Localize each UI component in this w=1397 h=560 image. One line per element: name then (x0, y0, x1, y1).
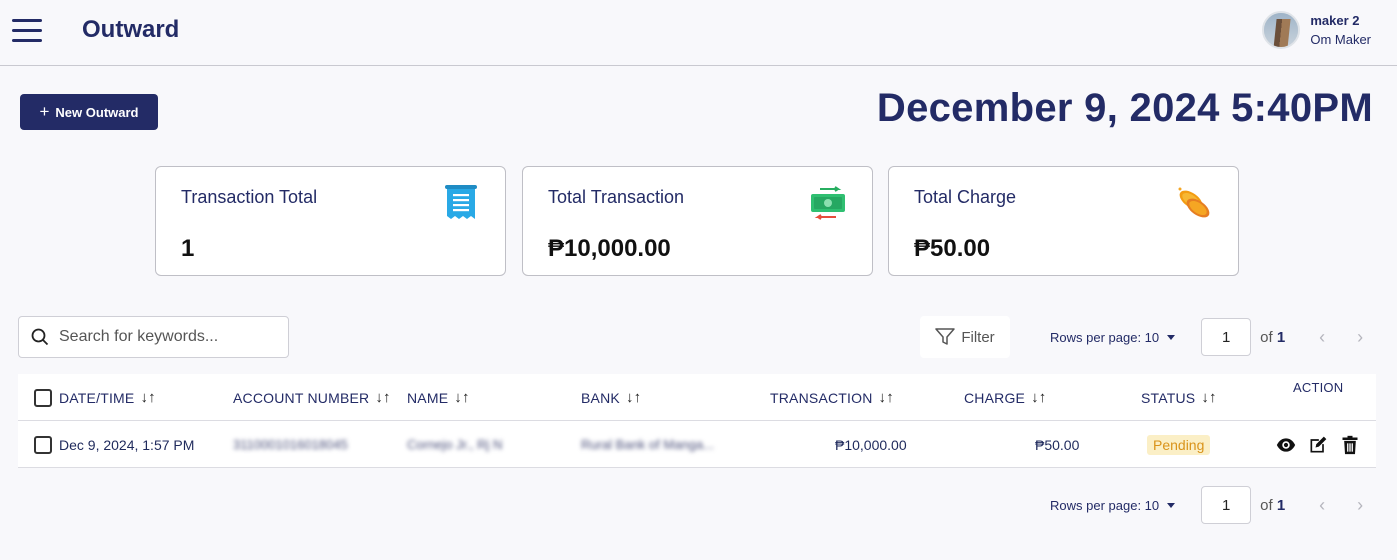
rows-per-page-select[interactable]: Rows per page: 10 (1050, 330, 1159, 345)
col-transaction[interactable]: TRANSACTION ↓↑ (770, 374, 894, 421)
col-account-number[interactable]: ACCOUNT NUMBER ↓↑ (233, 374, 391, 421)
top-bar: Outward maker 2 Om Maker (0, 0, 1397, 66)
sort-icon[interactable]: ↓↑ (1201, 389, 1216, 406)
sort-icon[interactable]: ↓↑ (1031, 389, 1046, 406)
table-header: DATE/TIME ↓↑ ACCOUNT NUMBER ↓↑ NAME ↓↑ BANK… (18, 374, 1376, 421)
page-title: Outward (82, 16, 180, 43)
card-total-charge: Total Charge ₱50.00 (888, 166, 1239, 276)
avatar[interactable] (1262, 11, 1301, 49)
rows-per-page-select[interactable]: Rows per page: 10 (1050, 498, 1159, 513)
filter-button[interactable]: Filter (920, 316, 1010, 358)
col-datetime[interactable]: DATE/TIME ↓↑ (34, 374, 156, 421)
prev-page-icon[interactable]: ‹ (1303, 327, 1341, 348)
card-value: ₱10,000.00 (548, 235, 671, 262)
delete-trash-icon[interactable] (1340, 435, 1360, 455)
sort-icon[interactable]: ↓↑ (140, 389, 155, 406)
col-action: ACTION (1293, 380, 1344, 395)
prev-page-icon[interactable]: ‹ (1303, 495, 1341, 516)
user-role: Om Maker (1310, 32, 1371, 47)
col-bank[interactable]: BANK ↓↑ (581, 374, 641, 421)
card-title: Transaction Total (181, 187, 318, 207)
card-title: Total Transaction (548, 187, 685, 207)
cell-status: Pending (1147, 421, 1211, 468)
cell-name: Cornejo Jr., Rj N (407, 437, 503, 452)
page-number-input[interactable]: 1 (1201, 486, 1252, 524)
next-page-icon[interactable]: › (1341, 327, 1379, 348)
cell-actions (1276, 421, 1372, 468)
card-transaction-total: Transaction Total 1 (155, 166, 506, 276)
row-checkbox[interactable] (34, 435, 52, 454)
card-total-transaction: Total Transaction ₱10,000.00 (522, 166, 873, 276)
cell-charge: ₱50.00 (1035, 436, 1080, 453)
cell-transaction: ₱10,000.00 (835, 436, 907, 453)
sort-icon[interactable]: ↓↑ (454, 389, 469, 406)
search-box[interactable] (18, 316, 289, 358)
next-page-icon[interactable]: › (1341, 495, 1379, 516)
card-value: ₱50.00 (914, 235, 991, 262)
page-number-input[interactable]: 1 (1201, 318, 1252, 356)
sort-icon[interactable]: ↓↑ (626, 389, 641, 406)
plus-icon: + (39, 102, 50, 121)
view-eye-icon[interactable] (1276, 435, 1296, 455)
search-icon (31, 328, 49, 346)
col-charge[interactable]: CHARGE ↓↑ (964, 374, 1047, 421)
filter-icon (935, 328, 956, 345)
chevron-down-icon[interactable] (1167, 502, 1176, 508)
receipt-icon (445, 185, 477, 219)
chevron-down-icon[interactable] (1167, 334, 1176, 340)
current-datetime: December 9, 2024 5:40PM (876, 86, 1373, 130)
coins-icon (1178, 187, 1210, 218)
new-outward-button[interactable]: + New Outward (20, 94, 158, 130)
sort-icon[interactable]: ↓↑ (879, 389, 894, 406)
cell-bank: Rural Bank of Manga... (581, 437, 714, 452)
money-transfer-icon (811, 186, 845, 220)
col-name[interactable]: NAME ↓↑ (407, 374, 470, 421)
cell-datetime: Dec 9, 2024, 1:57 PM (34, 421, 194, 468)
filter-label: Filter (961, 328, 995, 346)
card-value: 1 (181, 235, 195, 262)
cell-account-number: 3110001016018045 (233, 437, 348, 452)
status-badge: Pending (1147, 434, 1211, 455)
pagination-top: Rows per page: 10 1 of 1 ‹ › (1050, 318, 1379, 356)
edit-icon[interactable] (1308, 435, 1328, 455)
pagination-bottom: Rows per page: 10 1 of 1 ‹ › (1050, 486, 1379, 524)
select-all-checkbox[interactable] (34, 388, 52, 407)
page-count: of 1 (1260, 328, 1286, 346)
menu-icon[interactable] (12, 19, 42, 43)
search-input[interactable] (59, 328, 279, 346)
col-status[interactable]: STATUS ↓↑ (1141, 374, 1217, 421)
table-row[interactable]: Dec 9, 2024, 1:57 PM 3110001016018045 Co… (18, 421, 1376, 468)
user-name: maker 2 (1310, 13, 1360, 28)
new-outward-label: New Outward (55, 104, 139, 120)
user-menu[interactable]: maker 2 Om Maker (1262, 10, 1371, 50)
page-count: of 1 (1260, 496, 1286, 514)
sort-icon[interactable]: ↓↑ (375, 389, 390, 406)
outward-table: DATE/TIME ↓↑ ACCOUNT NUMBER ↓↑ NAME ↓↑ BANK… (18, 374, 1376, 468)
card-title: Total Charge (914, 187, 1017, 207)
